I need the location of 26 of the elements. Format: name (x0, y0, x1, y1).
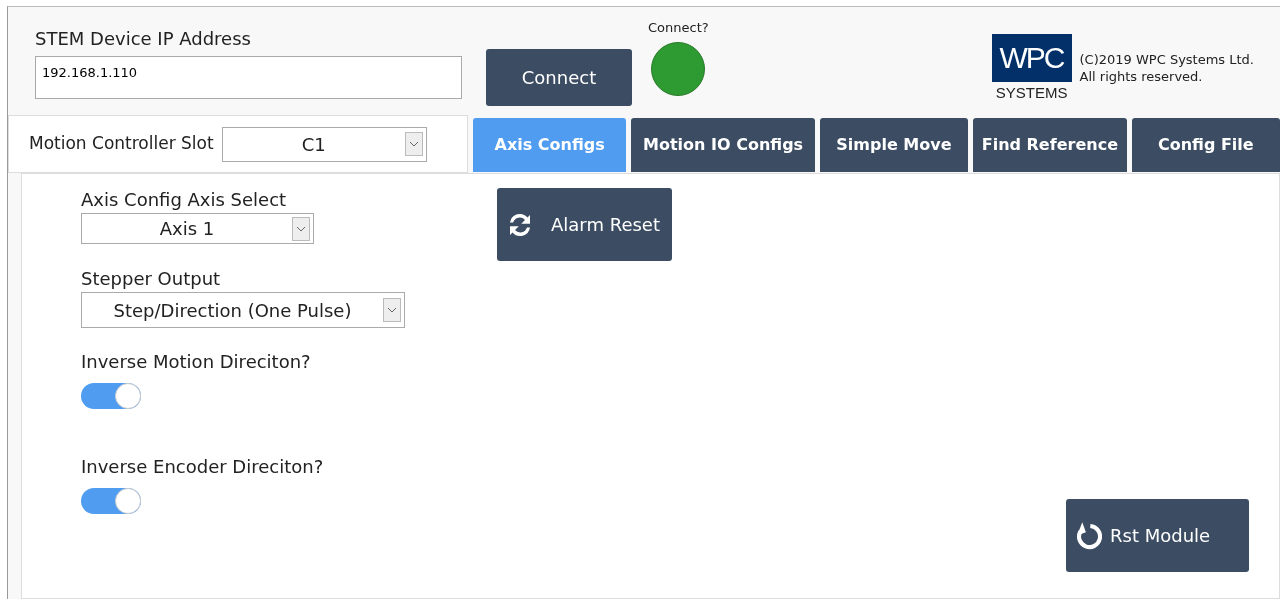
copyright-text: All rights reserved. (1079, 69, 1204, 87)
reset-icon (1074, 521, 1102, 550)
tab[interactable]: Motion IO Configs (631, 118, 815, 172)
field-label: STEM Device IP Address (35, 27, 252, 51)
tab[interactable]: Simple Move (819, 118, 969, 172)
tab[interactable]: Find Reference (973, 118, 1127, 172)
chevron-down-icon (408, 141, 419, 147)
reset-module-button[interactable]: Rst Module (1066, 499, 1249, 572)
toggle-switch[interactable] (81, 383, 141, 409)
stepper-output-dropdown[interactable]: Step/Direction (One Pulse) (81, 292, 405, 328)
toggle-label: Inverse Motion Direciton? (81, 350, 312, 374)
toggle-label: Inverse Encoder Direciton? (81, 454, 325, 479)
connect-button[interactable]: Connect (486, 49, 632, 106)
ip-address-field[interactable]: 192.168.1.110 (35, 56, 462, 99)
tab[interactable]: Config File (1131, 118, 1280, 172)
alarm-reset-button[interactable]: Alarm Reset (497, 188, 672, 261)
field-label: Motion Controller Slot (29, 132, 214, 156)
chevron-down-icon (387, 307, 397, 313)
axis-dropdown[interactable]: Axis 1 (81, 213, 314, 244)
field-label: Stepper Output (81, 267, 222, 291)
toggle-switch[interactable] (81, 487, 141, 514)
field-label: Axis Config Axis Select (81, 188, 288, 212)
status-label: Connect? (648, 19, 709, 37)
slot-dropdown[interactable]: C1 (221, 126, 427, 162)
copyright-text: (C)2019 WPC Systems Ltd. (1079, 52, 1254, 70)
chevron-down-icon (296, 225, 306, 232)
